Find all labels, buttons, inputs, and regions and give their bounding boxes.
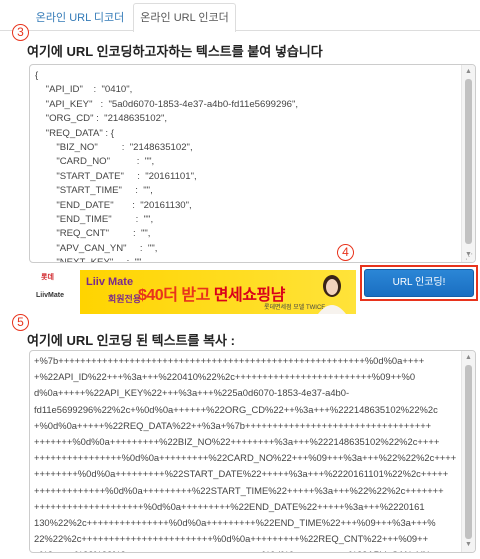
ad-logo-brand: 롯데 [41,274,54,281]
input-heading: 여기에 URL 인코딩하고자하는 텍스트를 붙여 넣습니다 [27,44,323,59]
step-3-marker: 3 [12,24,29,41]
resize-handle-icon[interactable]: ⋰ [465,252,474,261]
input-text[interactable]: { "API_ID" : "0410", "API_KEY" : "5a0d60… [30,65,461,262]
input-textarea[interactable]: { "API_ID" : "0410", "API_KEY" : "5a0d60… [29,64,476,263]
ad-promo: $40더 받고 면세쇼핑냠 [138,281,285,305]
scroll-up-icon[interactable]: ▲ [462,66,475,78]
output-heading: 여기에 URL 인코딩 된 텍스트를 복사 : [27,333,235,348]
output-textarea[interactable]: +%7b++++++++++++++++++++++++++++++++++++… [29,350,476,553]
ad-banner[interactable]: Liiv Mate 회원전용 $40더 받고 면세쇼핑냠 롯데면세점 모델 TW… [80,270,356,314]
tab-url-encoder[interactable]: 온라인 URL 인코더 [133,3,236,32]
encode-button-highlight: URL 인코딩! [360,265,478,301]
output-text[interactable]: +%7b++++++++++++++++++++++++++++++++++++… [30,351,461,552]
ad-brand-line1: Liiv Mate [86,276,134,288]
ad-logo[interactable]: 롯데 LiivMate [32,270,77,304]
step-5-marker: 5 [12,314,29,331]
scroll-thumb[interactable] [465,79,472,244]
ad-logo-mate: LiivMate [36,292,65,299]
ad-model-image [318,275,346,314]
tab-url-decoder[interactable]: 온라인 URL 디코더 [28,3,132,32]
ad-brand-line2: 회원전용 [108,294,142,304]
tab-bar: 온라인 URL 디코더 온라인 URL 인코더 [0,0,480,32]
scroll-up-icon[interactable]: ▲ [462,352,475,364]
input-scrollbar[interactable]: ▲ ▼ [461,65,475,262]
output-scrollbar[interactable]: ▲ ▼ [461,351,475,552]
step-4-marker: 4 [337,244,354,261]
url-encode-button[interactable]: URL 인코딩! [364,269,474,297]
scroll-thumb[interactable] [465,365,472,539]
ad-promo-amount: $40 [138,287,164,304]
scroll-down-icon[interactable]: ▼ [462,539,475,551]
ad-promo-text: 더 받고 [163,287,210,304]
